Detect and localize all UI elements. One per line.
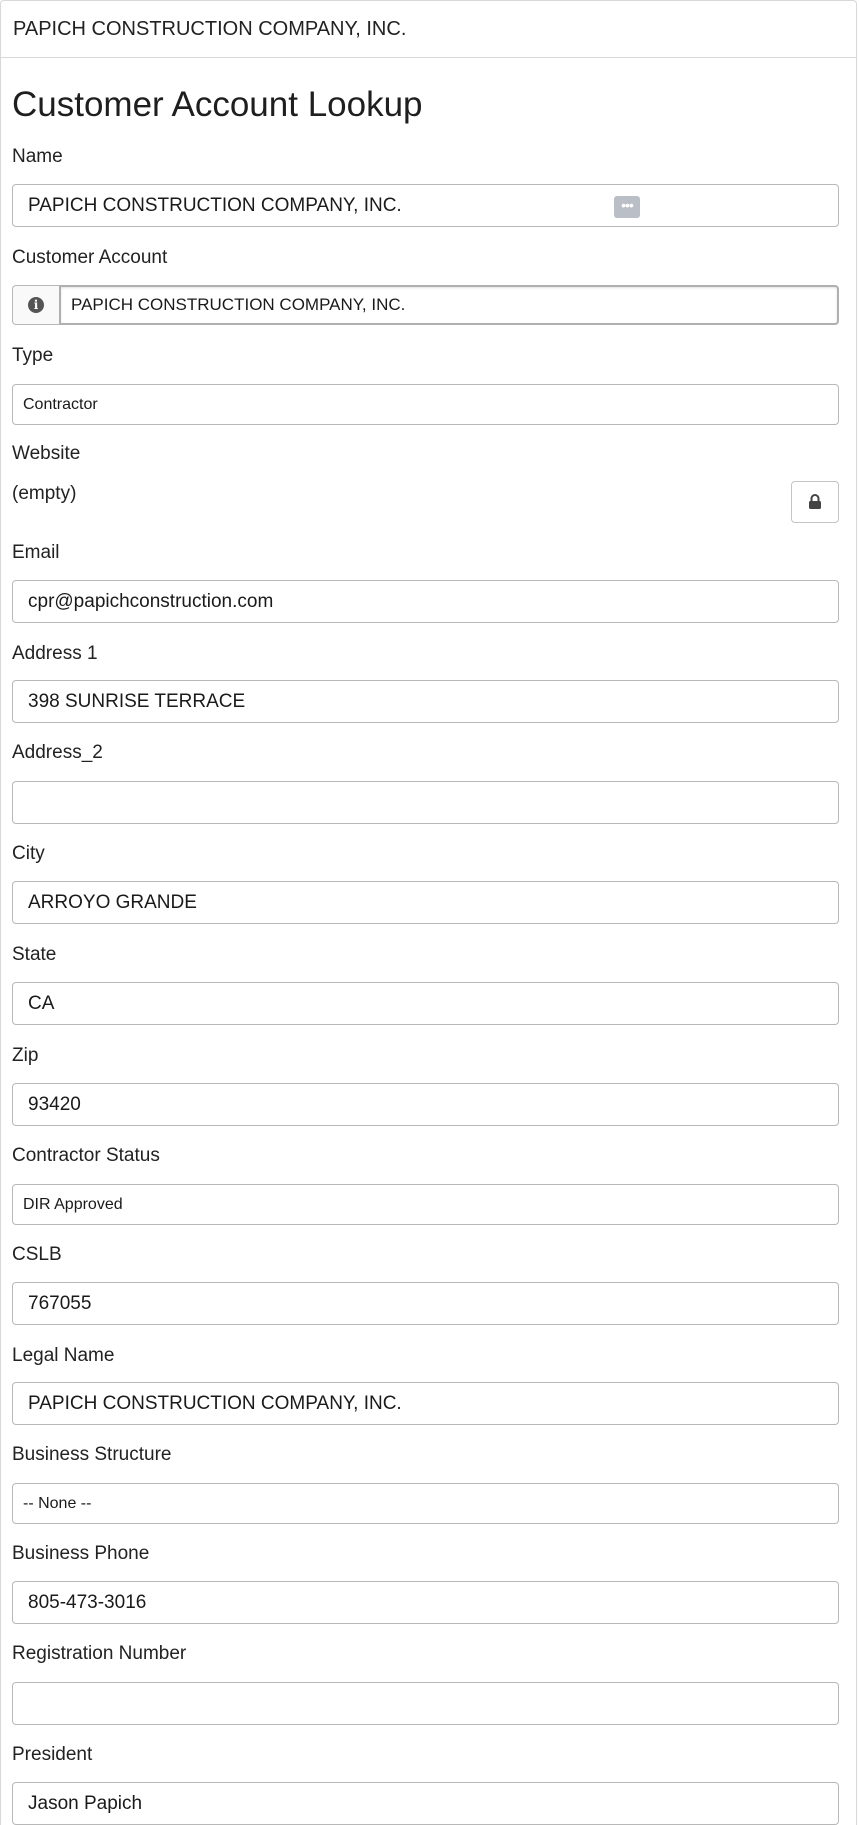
state-label: State <box>12 944 57 965</box>
president-label: President <box>12 1744 93 1765</box>
address1-label: Address 1 <box>12 643 98 664</box>
cslb-input[interactable]: 767055 <box>12 1282 839 1325</box>
name-input[interactable]: PAPICH CONSTRUCTION COMPANY, INC. <box>12 184 839 227</box>
header-account-name: PAPICH CONSTRUCTION COMPANY, INC. <box>13 17 407 40</box>
lock-icon <box>809 494 821 509</box>
legal-name-label: Legal Name <box>12 1345 115 1366</box>
customer-account-info-button[interactable]: i <box>12 285 59 325</box>
website-label: Website <box>12 443 81 464</box>
business-phone-label: Business Phone <box>12 1543 150 1564</box>
contractor-status-label: Contractor Status <box>12 1145 160 1166</box>
city-input[interactable]: ARROYO GRANDE <box>12 881 839 924</box>
type-select[interactable]: Contractor <box>12 384 839 425</box>
state-input[interactable]: CA <box>12 982 839 1025</box>
city-label: City <box>12 843 45 864</box>
page-title: Customer Account Lookup <box>12 85 423 124</box>
business-phone-input[interactable]: 805-473-3016 <box>12 1581 839 1624</box>
address1-input[interactable]: 398 SUNRISE TERRACE <box>12 680 839 723</box>
registration-number-input[interactable] <box>12 1682 839 1725</box>
business-structure-label: Business Structure <box>12 1444 172 1465</box>
panel-header: PAPICH CONSTRUCTION COMPANY, INC. <box>1 1 856 58</box>
name-label: Name <box>12 146 63 167</box>
cslb-label: CSLB <box>12 1244 62 1265</box>
email-label: Email <box>12 542 60 563</box>
info-icon: i <box>28 297 44 313</box>
website-value: (empty) <box>12 483 77 504</box>
customer-account-label: Customer Account <box>12 247 168 268</box>
zip-label: Zip <box>12 1045 39 1066</box>
customer-account-input[interactable]: PAPICH CONSTRUCTION COMPANY, INC. <box>59 285 839 325</box>
website-lock-button[interactable] <box>791 481 839 523</box>
address2-input[interactable] <box>12 781 839 824</box>
zip-input[interactable]: 93420 <box>12 1083 839 1126</box>
more-dots-icon[interactable]: ••• <box>614 196 640 218</box>
president-input[interactable]: Jason Papich <box>12 1782 839 1825</box>
contractor-status-select[interactable]: DIR Approved <box>12 1184 839 1225</box>
address2-label: Address_2 <box>12 742 103 763</box>
registration-number-label: Registration Number <box>12 1643 187 1664</box>
business-structure-select[interactable]: -- None -- <box>12 1483 839 1524</box>
legal-name-input[interactable]: PAPICH CONSTRUCTION COMPANY, INC. <box>12 1382 839 1425</box>
type-label: Type <box>12 345 54 366</box>
customer-account-group: i PAPICH CONSTRUCTION COMPANY, INC. <box>12 285 839 325</box>
email-input[interactable]: cpr@papichconstruction.com <box>12 580 839 623</box>
